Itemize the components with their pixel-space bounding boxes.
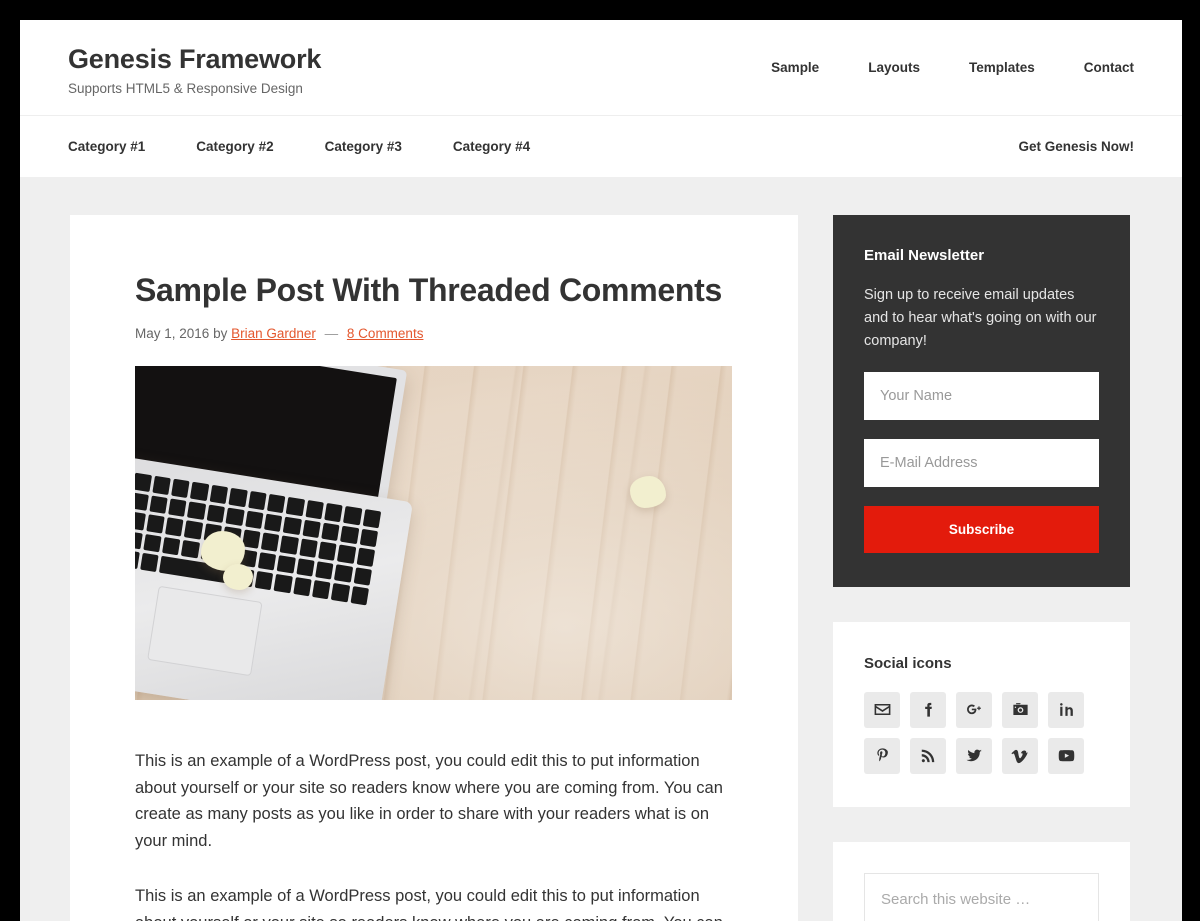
newsletter-email-input[interactable] (864, 438, 1099, 487)
by-label: by (213, 326, 228, 341)
post-paragraph: This is an example of a WordPress post, … (135, 752, 723, 851)
post-author-link[interactable]: Brian Gardner (231, 326, 316, 341)
get-genesis-now-link[interactable]: Get Genesis Now! (1018, 139, 1134, 154)
vimeo-icon[interactable] (1002, 737, 1038, 774)
newsletter-description: Sign up to receive email updates and to … (864, 287, 1097, 349)
featured-image[interactable] (135, 366, 732, 700)
google-plus-icon[interactable] (956, 691, 992, 728)
entry-content: This is an example of a WordPress post, … (135, 748, 733, 921)
nav-item-category-3[interactable]: Category #3 (325, 139, 402, 154)
laptop-trackpad (147, 585, 263, 677)
pinterest-icon[interactable] (864, 737, 900, 774)
post-article: Sample Post With Threaded Comments May 1… (135, 270, 733, 921)
search-input[interactable] (864, 872, 1099, 921)
post-date: May 1, 2016 (135, 326, 210, 341)
sidebar: Email Newsletter Sign up to receive emai… (833, 215, 1130, 921)
browser-viewport: Genesis Framework Supports HTML5 & Respo… (20, 20, 1182, 921)
site-inner: Sample Post With Threaded Comments May 1… (20, 177, 1182, 921)
title-area: Genesis Framework Supports HTML5 & Respo… (68, 39, 321, 95)
social-icons-title: Social icons (864, 654, 952, 672)
rss-icon[interactable] (910, 737, 946, 774)
facebook-icon[interactable] (910, 691, 946, 728)
newsletter-title: Email Newsletter (864, 247, 985, 264)
instagram-icon[interactable] (1002, 691, 1038, 728)
email-icon[interactable] (864, 691, 900, 728)
meta-separator: — (324, 326, 339, 341)
newsletter-name-input[interactable] (864, 371, 1099, 420)
entry-meta: May 1, 2016 by Brian Gardner — 8 Comment… (135, 326, 733, 341)
page-title: Sample Post With Threaded Comments (135, 272, 722, 308)
site-title[interactable]: Genesis Framework (68, 43, 321, 75)
twitter-icon[interactable] (956, 737, 992, 774)
site-header: Genesis Framework Supports HTML5 & Respo… (20, 20, 1182, 115)
nav-item-category-2[interactable]: Category #2 (196, 139, 273, 154)
header-navigation: Sample Layouts Templates Contact (722, 60, 1134, 75)
secondary-navigation: Category #1 Category #2 Category #3 Cate… (20, 115, 1182, 177)
secondary-nav-items: Category #1 Category #2 Category #3 Cate… (68, 139, 530, 154)
main-content: Sample Post With Threaded Comments May 1… (70, 215, 798, 921)
linkedin-icon[interactable] (1048, 691, 1084, 728)
nav-item-category-4[interactable]: Category #4 (453, 139, 530, 154)
nav-item-sample[interactable]: Sample (771, 60, 819, 75)
widget-search (833, 841, 1130, 921)
youtube-icon[interactable] (1048, 737, 1084, 774)
nav-item-layouts[interactable]: Layouts (868, 60, 920, 75)
subscribe-button[interactable]: Subscribe (864, 505, 1099, 553)
crumpled-paper (630, 476, 666, 508)
post-comments-link[interactable]: 8 Comments (347, 326, 424, 341)
widget-email-newsletter: Email Newsletter Sign up to receive emai… (833, 215, 1130, 587)
nav-item-category-1[interactable]: Category #1 (68, 139, 145, 154)
crumpled-paper (223, 564, 253, 590)
post-paragraph: This is an example of a WordPress post, … (135, 886, 723, 921)
site-description: Supports HTML5 & Responsive Design (68, 80, 303, 96)
widget-social-icons: Social icons (833, 621, 1130, 807)
nav-item-templates[interactable]: Templates (969, 60, 1035, 75)
nav-item-contact[interactable]: Contact (1084, 60, 1134, 75)
social-icons-grid (864, 691, 1099, 774)
